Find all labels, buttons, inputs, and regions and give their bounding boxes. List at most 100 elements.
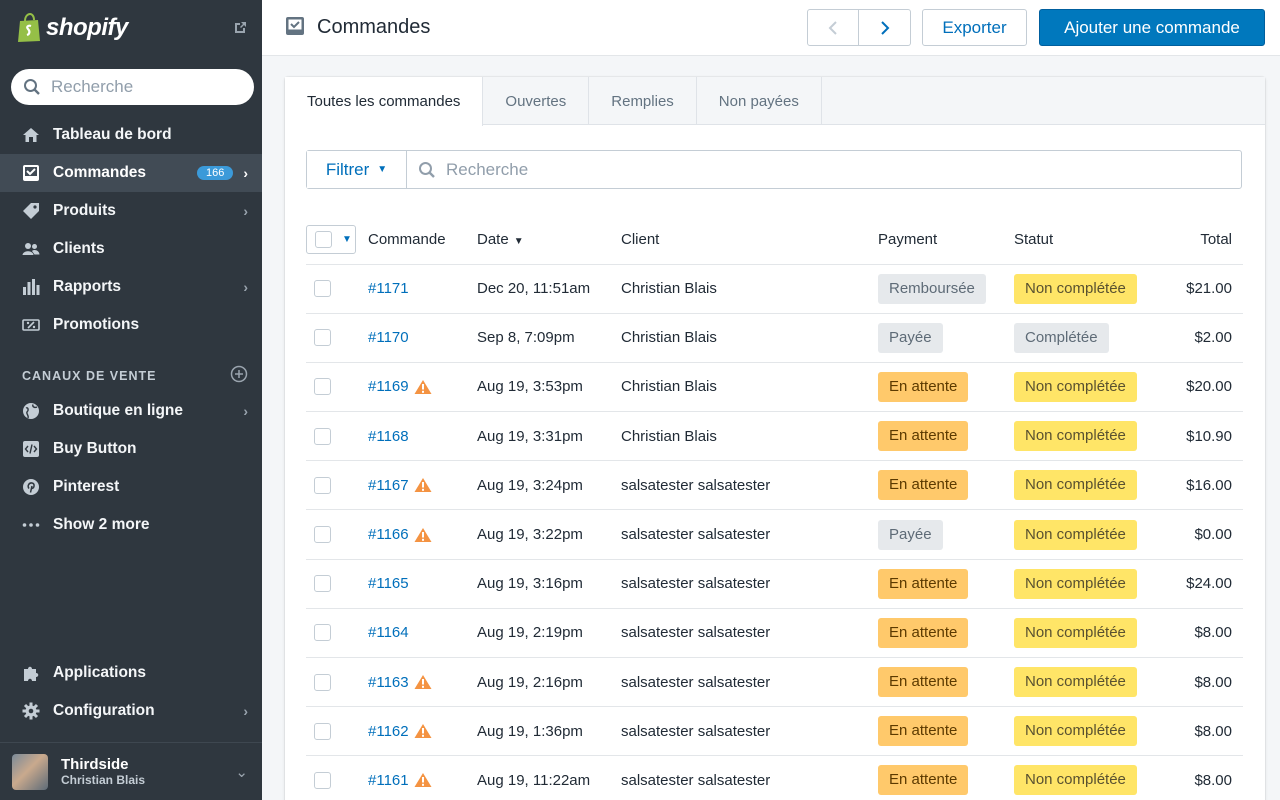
row-select-cell [306,460,368,511]
order-link[interactable]: #1162 [368,723,432,740]
table-row[interactable]: #1168 Aug 19, 3:31pm Christian Blais En att… [306,411,1243,462]
select-all-checkbox[interactable] [315,230,332,248]
order-date: Aug 19, 3:16pm [477,559,621,609]
tab-unpaid[interactable]: Non payées [697,77,822,125]
column-header-client[interactable]: Client [621,215,878,265]
filter-button[interactable]: Filtrer ▼ [307,151,407,188]
order-total: $20.00 [1164,362,1243,413]
tab-all-orders[interactable]: Toutes les commandes [285,77,484,126]
order-link[interactable]: #1161 [368,772,432,789]
sidebar-item-pinterest[interactable]: Pinterest [0,468,262,506]
column-header-payment[interactable]: Payment [878,215,1014,265]
order-number: #1171 [368,280,409,298]
row-checkbox[interactable] [314,280,331,298]
sidebar-item-orders[interactable]: Commandes 166 › [0,154,262,192]
payment-cell: Payée [878,509,1014,560]
previous-page-button[interactable] [807,9,859,46]
next-page-button[interactable] [859,9,911,46]
order-link[interactable]: #1163 [368,674,432,691]
tab-open[interactable]: Ouvertes [483,77,590,125]
payment-status-badge: En attente [878,765,969,796]
add-channel-icon[interactable] [230,365,248,386]
order-link[interactable]: #1165 [368,575,409,592]
chevron-right-icon: › [243,279,248,295]
payment-status-badge: Payée [878,519,943,550]
order-total: $10.90 [1164,411,1243,462]
column-header-status[interactable]: Statut [1014,215,1164,265]
bulk-select-dropdown[interactable]: ▼ [306,224,356,254]
fulfillment-cell: Non complétée [1014,755,1164,800]
row-checkbox[interactable] [314,526,331,544]
chevron-right-icon: › [243,403,248,419]
fulfillment-cell: Non complétée [1014,657,1164,708]
column-header-date[interactable]: Date ▼ [477,215,621,265]
sidebar-item-label: Buy Button [53,440,137,457]
row-select-cell [306,313,368,363]
table-row[interactable]: #1163 Aug 19, 2:16pm salsatester salsatest… [306,657,1243,708]
orders-search-input[interactable]: Recherche [407,151,1241,188]
more-icon [22,516,40,534]
table-row[interactable]: #1161 Aug 19, 11:22am salsatester salsates… [306,755,1243,800]
export-button[interactable]: Exporter [922,9,1027,46]
order-number: #1167 [368,476,409,494]
order-link[interactable]: #1164 [368,624,409,641]
row-checkbox[interactable] [314,575,331,593]
order-link[interactable]: #1168 [368,428,409,445]
order-total: $21.00 [1164,264,1243,314]
sidebar-item-buy-button[interactable]: Buy Button [0,430,262,468]
column-header-order[interactable]: Commande [368,215,477,265]
sidebar-item-apps[interactable]: Applications [0,654,262,692]
sidebar-item-show-more[interactable]: Show 2 more [0,506,262,544]
sidebar-item-reports[interactable]: Rapports › [0,268,262,306]
row-checkbox[interactable] [314,673,331,691]
table-row[interactable]: #1170 Sep 8, 7:09pm Christian Blais Payée Co… [306,313,1243,363]
add-order-button[interactable]: Ajouter une commande [1039,9,1265,46]
order-cell: #1167 [368,460,477,511]
discount-icon [22,316,40,334]
sidebar-search-input[interactable]: Recherche [11,69,254,105]
table-row[interactable]: #1162 Aug 19, 1:36pm salsatester salsatest… [306,706,1243,757]
table-row[interactable]: #1166 Aug 19, 3:22pm salsatester salsatest… [306,509,1243,560]
order-cell: #1170 [368,313,477,363]
column-header-total[interactable]: Total [1164,215,1243,265]
payment-cell: En attente [878,657,1014,708]
row-checkbox[interactable] [314,427,331,445]
table-row[interactable]: #1167 Aug 19, 3:24pm salsatester salsatest… [306,460,1243,511]
table-row[interactable]: #1171 Dec 20, 11:51am Christian Blais Rembo… [306,264,1243,314]
sidebar-item-settings[interactable]: Configuration › [0,692,262,730]
brand[interactable]: shopify [0,0,262,56]
payment-status-badge: Payée [878,322,943,353]
external-link-icon[interactable] [232,20,248,36]
order-link[interactable]: #1170 [368,329,409,346]
order-link[interactable]: #1169 [368,378,432,395]
sidebar-item-promotions[interactable]: Promotions [0,306,262,344]
order-cell: #1162 [368,706,477,757]
payment-cell: En attente [878,460,1014,511]
table-row[interactable]: #1169 Aug 19, 3:53pm Christian Blais En att… [306,362,1243,413]
order-link[interactable]: #1167 [368,477,432,494]
sidebar-item-online-store[interactable]: Boutique en ligne › [0,392,262,430]
row-checkbox[interactable] [314,722,331,740]
order-link[interactable]: #1171 [368,280,409,297]
sidebar-item-customers[interactable]: Clients [0,230,262,268]
fulfillment-cell: Complétée [1014,313,1164,363]
table-row[interactable]: #1165 Aug 19, 3:16pm salsatester salsatest… [306,559,1243,609]
row-checkbox[interactable] [314,476,331,494]
row-checkbox[interactable] [314,329,331,347]
order-number: #1165 [368,575,409,593]
fulfillment-cell: Non complétée [1014,559,1164,609]
account-switcher[interactable]: Thirdside Christian Blais ⌄ [0,742,262,800]
order-link[interactable]: #1166 [368,526,432,543]
tab-fulfilled[interactable]: Remplies [589,77,697,125]
order-cell: #1161 [368,755,477,800]
order-total: $0.00 [1164,509,1243,560]
fulfillment-status-badge: Non complétée [1014,421,1137,452]
sidebar-search-placeholder: Recherche [51,77,134,96]
payment-cell: Payée [878,313,1014,363]
sidebar-item-dashboard[interactable]: Tableau de bord [0,116,262,154]
row-checkbox[interactable] [314,771,331,789]
row-checkbox[interactable] [314,624,331,642]
table-row[interactable]: #1164 Aug 19, 2:19pm salsatester salsatest… [306,608,1243,659]
row-checkbox[interactable] [314,378,331,396]
sidebar-item-products[interactable]: Produits › [0,192,262,230]
